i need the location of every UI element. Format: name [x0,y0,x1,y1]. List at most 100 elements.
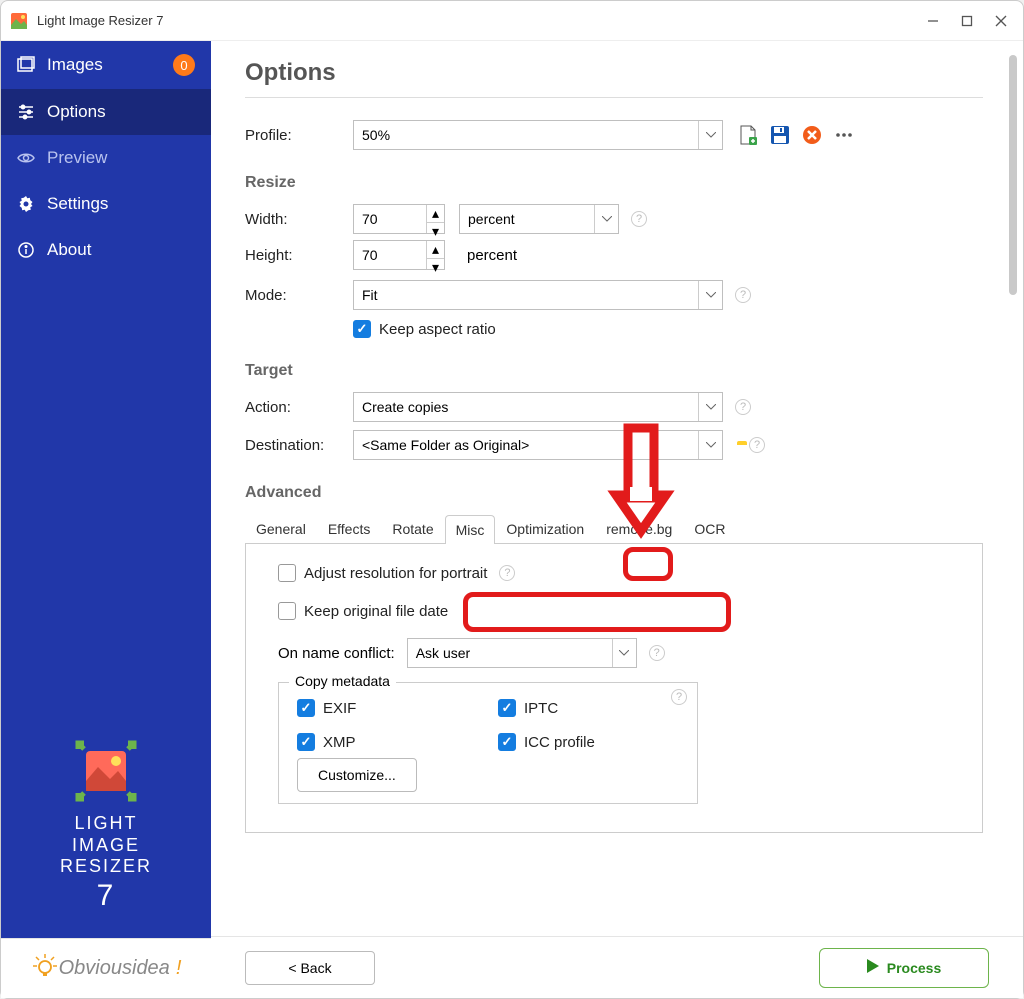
minimize-button[interactable] [927,15,939,27]
brand-text-2: IMAGE [1,835,211,857]
conflict-label: On name conflict: [278,645,395,662]
close-button[interactable] [995,15,1007,27]
width-unit-select[interactable]: percent [459,204,619,234]
height-input[interactable]: 70 ▴▾ [353,240,445,270]
chevron-down-icon [612,639,636,667]
help-icon[interactable]: ? [631,211,647,227]
profile-save-button[interactable] [769,124,791,146]
chevron-down-icon [698,393,722,421]
conflict-select[interactable]: Ask user [407,638,637,668]
checkbox-icon [297,733,315,751]
exif-checkbox[interactable]: EXIF [297,699,478,717]
spin-up-icon[interactable]: ▴ [427,241,444,259]
sidebar-item-label: About [47,240,91,260]
process-button[interactable]: Process [819,948,989,988]
chevron-down-icon [594,205,618,233]
tab-optimization[interactable]: Optimization [495,514,595,543]
sidebar-item-options[interactable]: Options [1,89,211,135]
title-bar: Light Image Resizer 7 [1,1,1023,41]
sidebar-item-images[interactable]: Images 0 [1,41,211,89]
help-icon[interactable]: ? [749,437,765,453]
checkbox-icon [353,320,371,338]
metadata-legend: Copy metadata [289,673,396,689]
action-label: Action: [245,399,353,416]
height-unit-text: percent [467,247,517,264]
spin-down-icon[interactable]: ▾ [427,259,444,276]
tab-misc-content: Adjust resolution for portrait ? Keep or… [245,544,983,833]
tab-rotate[interactable]: Rotate [381,514,444,543]
scrollbar[interactable] [1009,55,1017,295]
target-section-title: Target [245,362,983,380]
main-panel: Options Profile: 50% Resize Width: [211,41,1023,998]
profile-select[interactable]: 50% [353,120,723,150]
profile-delete-button[interactable] [801,124,823,146]
tab-ocr[interactable]: OCR [683,514,736,543]
keep-date-checkbox[interactable]: Keep original file date [278,602,960,620]
back-button[interactable]: < Back [245,951,375,985]
tab-removebg[interactable]: remove.bg [595,514,683,543]
play-icon [867,959,879,976]
tab-misc[interactable]: Misc [445,515,496,544]
info-icon [17,241,35,259]
sidebar-item-label: Preview [47,148,107,168]
window-title: Light Image Resizer 7 [37,13,163,28]
sidebar-item-about[interactable]: About [1,227,211,273]
sliders-icon [17,103,35,121]
sidebar-item-preview[interactable]: Preview [1,135,211,181]
checkbox-icon [498,733,516,751]
profile-label: Profile: [245,127,353,144]
help-icon[interactable]: ? [499,565,515,581]
page-title: Options [245,59,983,98]
profile-more-button[interactable] [833,124,855,146]
customize-button[interactable]: Customize... [297,758,417,792]
chevron-down-icon [698,121,722,149]
width-input[interactable]: 70 ▴▾ [353,204,445,234]
help-icon[interactable]: ? [735,287,751,303]
footer-bar: < Back Process [211,936,1023,998]
brand-version: 7 [1,878,211,914]
sidebar-item-label: Images [47,55,103,75]
advanced-tabs: General Effects Rotate Misc Optimization… [245,514,983,544]
checkbox-icon [278,602,296,620]
app-icon [9,11,29,31]
checkbox-icon [498,699,516,717]
advanced-section-title: Advanced [245,484,983,502]
icc-checkbox[interactable]: ICC profile [498,733,679,751]
tab-effects[interactable]: Effects [317,514,382,543]
keep-aspect-checkbox[interactable]: Keep aspect ratio [353,320,496,338]
eye-icon [17,149,35,167]
brand-block: LIGHT IMAGE RESIZER 7 [1,723,211,938]
help-icon[interactable]: ? [671,689,687,705]
height-label: Height: [245,247,353,264]
iptc-checkbox[interactable]: IPTC [498,699,679,717]
resize-section-title: Resize [245,174,983,192]
footer-branding[interactable]: Obviousidea! [1,938,211,998]
tab-general[interactable]: General [245,514,317,543]
sidebar-item-label: Options [47,102,106,122]
footer-brand-text: Obviousidea! [59,957,182,980]
brand-logo-icon [74,739,138,803]
adjust-portrait-checkbox[interactable]: Adjust resolution for portrait ? [278,564,960,582]
brand-text-3: RESIZER [1,856,211,878]
images-count-badge: 0 [173,54,195,76]
app-window: Light Image Resizer 7 Images 0 Options [0,0,1024,999]
help-icon[interactable]: ? [649,645,665,661]
mode-label: Mode: [245,287,353,304]
checkbox-icon [278,564,296,582]
checkbox-icon [297,699,315,717]
lightbulb-icon [31,952,59,985]
metadata-fieldset: Copy metadata ? EXIF IPTC XMP ICC profil… [278,682,698,804]
chevron-down-icon [698,281,722,309]
profile-new-button[interactable] [737,124,759,146]
mode-select[interactable]: Fit [353,280,723,310]
destination-label: Destination: [245,437,353,454]
action-select[interactable]: Create copies [353,392,723,422]
help-icon[interactable]: ? [735,399,751,415]
spin-down-icon[interactable]: ▾ [427,223,444,240]
spin-up-icon[interactable]: ▴ [427,205,444,223]
sidebar-item-settings[interactable]: Settings [1,181,211,227]
images-icon [17,56,35,74]
maximize-button[interactable] [961,15,973,27]
xmp-checkbox[interactable]: XMP [297,733,478,751]
destination-select[interactable]: <Same Folder as Original> [353,430,723,460]
